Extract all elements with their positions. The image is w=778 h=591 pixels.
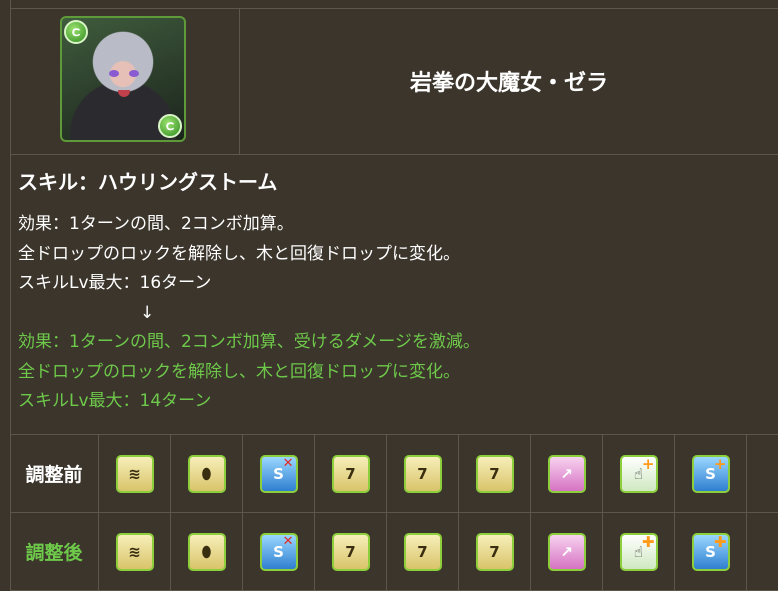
awakening-cell: 7 [315,435,387,512]
unbind-negation-icon[interactable]: S ✕ [259,454,298,493]
monster-name: 岩拳の大魔女・ゼラ [409,71,608,96]
skill-after-line: 全ドロップのロックを解除し、木と回復ドロップに変化。 [18,361,460,382]
awakening-before-label: 調整前 [10,435,99,512]
portrait-mouth-icon [118,90,130,97]
awakening-cell: S ✕ [243,435,315,512]
portrait-eye-icon [109,70,119,77]
skill-after-line: スキルLv最大：14ターン [18,391,212,411]
awakening-cell: ☝ ✚ [603,513,675,590]
seven-combo-icon[interactable]: 7 [403,454,442,493]
skill-description: スキル：ハウリングストーム 効果：1ターンの間、2コンボ加算。 全ドロップのロッ… [18,168,768,417]
portrait-eye-icon [129,70,139,77]
awakening-cell: 7 [387,435,459,512]
awakening-cell: S + [675,435,747,512]
seven-combo-icon[interactable]: 7 [331,532,370,571]
down-arrow-icon: ↓ [140,302,155,323]
status-downgrade-resistance-icon[interactable]: ≋ [115,532,154,571]
awakening-after-label: 調整後 [10,513,99,590]
skill-after-line: 効果：1ターンの間、2コンボ加算、受けるダメージを激減。 [18,332,480,352]
awakening-cell: ⬮ [171,513,243,590]
awakening-cell: 7 [387,513,459,590]
wood-attribute-icon: ｃ [158,114,182,138]
skill-before-line: スキルLv最大：16ターン [18,273,212,293]
skill-before-line: 効果：1ターンの間、2コンボ加算。 [18,214,294,234]
awakening-cell: ↗ [531,513,603,590]
sub-attribute-icon[interactable]: ↗ [547,454,586,493]
awakening-cell: ≋ [99,435,171,512]
awakening-cell: 7 [459,513,531,590]
wood-attribute-icon: ｃ [64,20,88,44]
awakening-cell: ☝ + [603,435,675,512]
awakening-row-before: 調整前 ≋ ⬮ S ✕ 7 7 7 ↗ ☝ + S + [10,435,778,513]
seven-combo-icon[interactable]: 7 [475,532,514,571]
seven-combo-icon[interactable]: 7 [475,454,514,493]
unbind-negation-icon[interactable]: S ✕ [259,532,298,571]
monster-portrait-icon[interactable]: ｃ ｃ [60,16,186,142]
awakening-cell: S ✚ [675,513,747,590]
awakening-cell: S ✕ [243,513,315,590]
awakening-cell: ⬮ [171,435,243,512]
status-downgrade-resistance-icon[interactable]: ≋ [115,454,154,493]
extend-time-icon[interactable]: ☝ + [619,454,658,493]
skill-boost-plus-icon[interactable]: S ✚ [691,532,730,571]
damage-reduction-icon[interactable]: ⬮ [187,532,226,571]
monster-card: ｃ ｃ 岩拳の大魔女・ゼラ スキル：ハウリングストーム 効果：1ターンの間、2コ… [0,0,778,591]
awakening-table: 調整前 ≋ ⬮ S ✕ 7 7 7 ↗ ☝ + S + 調整後 ≋ ⬮ S ✕ 7 7 … [10,434,778,591]
sub-attribute-icon[interactable]: ↗ [547,532,586,571]
awakening-cell: 7 [315,513,387,590]
awakening-row-after: 調整後 ≋ ⬮ S ✕ 7 7 7 ↗ ☝ ✚ S ✚ [10,513,778,591]
portrait-cell: ｃ ｃ [10,8,240,154]
awakening-cell: ↗ [531,435,603,512]
extend-time-plus-icon[interactable]: ☝ ✚ [619,532,658,571]
monster-name-cell: 岩拳の大魔女・ゼラ [240,8,778,154]
seven-combo-icon[interactable]: 7 [331,454,370,493]
skill-title: スキル：ハウリングストーム [18,170,278,194]
awakening-cell: ≋ [99,513,171,590]
seven-combo-icon[interactable]: 7 [403,532,442,571]
skill-boost-icon[interactable]: S + [691,454,730,493]
awakening-cell: 7 [459,435,531,512]
skill-before-line: 全ドロップのロックを解除し、木と回復ドロップに変化。 [18,243,460,264]
damage-reduction-icon[interactable]: ⬮ [187,454,226,493]
monster-header-row: ｃ ｃ 岩拳の大魔女・ゼラ [10,8,778,155]
